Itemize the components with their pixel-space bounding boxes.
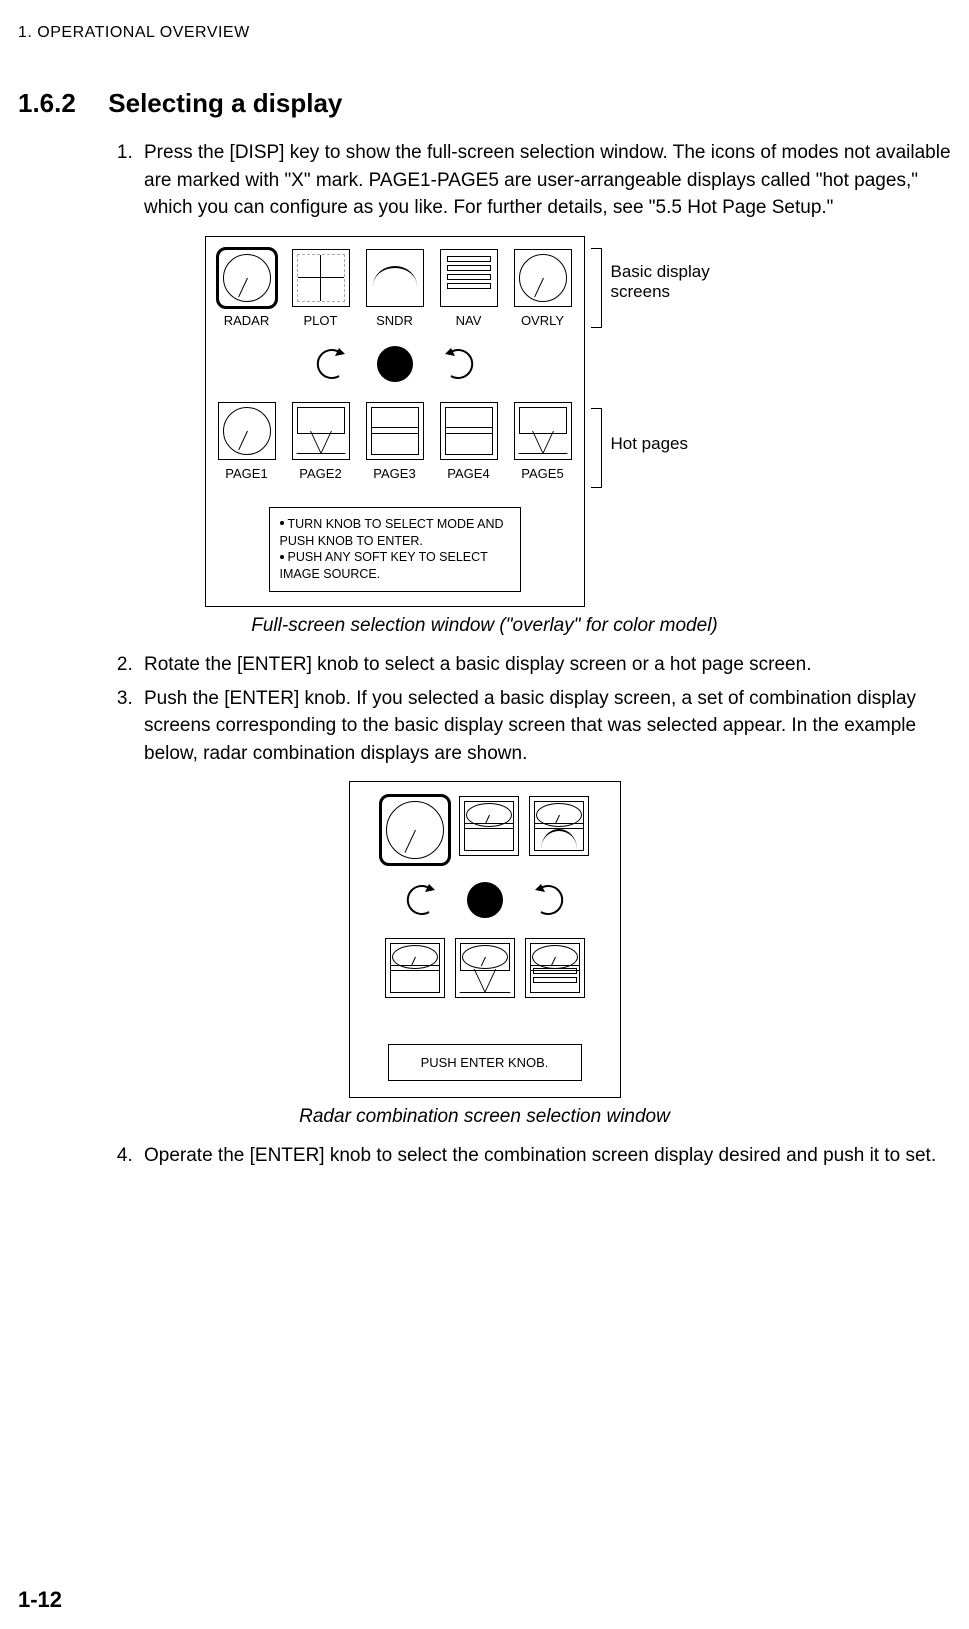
step-3: Push the [ENTER] knob. If you selected a… (138, 685, 951, 768)
combo-radar-plot-icon (459, 796, 519, 856)
ovrly-icon (514, 249, 572, 307)
section-number: 1.6.2 (18, 88, 76, 119)
rotate-left-icon (309, 346, 353, 382)
combo-window-frame: PUSH ENTER KNOB. (349, 781, 621, 1098)
combo-radar-sndr-icon (529, 796, 589, 856)
combo-radar-data-icon (525, 938, 585, 998)
basic-display-annotation: Basic display screens (611, 262, 751, 302)
figure-1: RADAR PLOT SNDR NAV (18, 236, 951, 608)
page4-icon (440, 402, 498, 460)
figure-1-caption: Full-screen selection window ("overlay" … (18, 615, 951, 637)
section-title: Selecting a display (108, 88, 342, 118)
knob-icon (467, 882, 503, 918)
bracket-icon (591, 408, 602, 488)
combo-radar-nav-icon (385, 938, 445, 998)
plot-label: PLOT (304, 313, 338, 328)
combo-radar-hwy-icon (455, 938, 515, 998)
page5-label: PAGE5 (521, 466, 563, 481)
page-number: 1-12 (18, 1587, 62, 1613)
radar-icon (218, 249, 276, 307)
plot-icon (292, 249, 350, 307)
page3-label: PAGE3 (373, 466, 415, 481)
combo-radar-full-icon (381, 796, 449, 864)
instr-line-1: TURN KNOB TO SELECT MODE AND PUSH KNOB T… (280, 517, 504, 548)
running-head: 1. OPERATIONAL OVERVIEW (18, 24, 951, 42)
instruction-box-2: PUSH ENTER KNOB. (388, 1044, 582, 1081)
bracket-icon (591, 248, 602, 328)
page5-icon (514, 402, 572, 460)
steps-list-2: Rotate the [ENTER] knob to select a basi… (138, 651, 951, 767)
instr-line-2: PUSH ANY SOFT KEY TO SELECT IMAGE SOURCE… (280, 550, 488, 581)
section-heading: 1.6.2 Selecting a display (18, 88, 951, 119)
page3-icon (366, 402, 424, 460)
page2-label: PAGE2 (299, 466, 341, 481)
sndr-icon (366, 249, 424, 307)
knob-row-2 (362, 882, 608, 918)
hot-pages-row: PAGE1 PAGE2 PAGE3 PAGE4 (216, 402, 574, 481)
steps-list: Press the [DISP] key to show the full-sc… (138, 139, 951, 222)
figure-2-caption: Radar combination screen selection windo… (18, 1106, 951, 1128)
selection-window-frame: RADAR PLOT SNDR NAV (205, 236, 585, 608)
nav-label: NAV (456, 313, 482, 328)
figure-2: PUSH ENTER KNOB. (18, 781, 951, 1098)
step-4: Operate the [ENTER] knob to select the c… (138, 1142, 951, 1170)
page1-label: PAGE1 (225, 466, 267, 481)
nav-icon (440, 249, 498, 307)
steps-list-3: Operate the [ENTER] knob to select the c… (138, 1142, 951, 1170)
radar-label: RADAR (224, 313, 270, 328)
instruction-box: TURN KNOB TO SELECT MODE AND PUSH KNOB T… (269, 507, 521, 593)
page4-label: PAGE4 (447, 466, 489, 481)
knob-icon (377, 346, 413, 382)
page: 1. OPERATIONAL OVERVIEW 1.6.2 Selecting … (0, 0, 969, 1629)
page1-icon (218, 402, 276, 460)
hot-pages-annotation: Hot pages (611, 434, 689, 454)
page2-icon (292, 402, 350, 460)
rotate-right-icon (527, 882, 571, 918)
rotate-right-icon (437, 346, 481, 382)
step-2: Rotate the [ENTER] knob to select a basi… (138, 651, 951, 679)
ovrly-label: OVRLY (521, 313, 564, 328)
basic-display-row: RADAR PLOT SNDR NAV (216, 249, 574, 328)
sndr-label: SNDR (376, 313, 413, 328)
step-1: Press the [DISP] key to show the full-sc… (138, 139, 951, 222)
rotate-left-icon (399, 882, 443, 918)
knob-row (216, 346, 574, 382)
